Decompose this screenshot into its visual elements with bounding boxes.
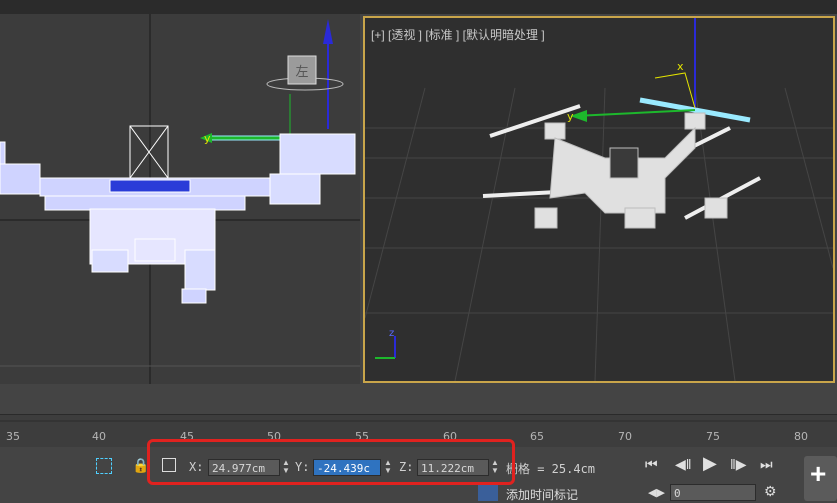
tick-label: 80: [794, 430, 808, 443]
tick-label: 75: [706, 430, 720, 443]
viewport-label-menu[interactable]: [+] [透视 ] [标准 ] [默认明暗处理 ]: [371, 26, 545, 43]
play-icon[interactable]: ▶: [703, 453, 717, 474]
annotation-highlight-box: [147, 439, 515, 485]
top-toolbar-strip: [0, 0, 837, 14]
current-frame-field[interactable]: 0: [670, 484, 756, 501]
previous-frame-icon[interactable]: ◀‖: [675, 456, 692, 473]
corner-z-label: z: [389, 328, 394, 339]
time-config-icon[interactable]: ⚙: [764, 483, 777, 500]
grid-size-text: 栅格 = 25.4cm: [506, 462, 596, 476]
next-frame-icon[interactable]: ‖▶: [730, 456, 747, 473]
selection-icon[interactable]: [96, 458, 112, 474]
left-gizmo-y-label: y: [204, 132, 211, 145]
tick-label: 70: [618, 430, 632, 443]
go-to-end-icon[interactable]: ⏭: [760, 456, 773, 473]
go-to-start-icon[interactable]: ⏮: [645, 456, 658, 473]
viewport-left[interactable]: 左 y: [0, 14, 360, 384]
viewcube-face-label: 左: [295, 65, 308, 80]
plus-icon: +: [810, 458, 827, 489]
tick-label: 35: [6, 430, 20, 443]
persp-gizmo-x-label: x: [677, 60, 684, 73]
perspective-scene: x y z: [365, 18, 833, 381]
time-tag-icon[interactable]: [478, 484, 498, 501]
ruler-ticks: [0, 420, 837, 422]
tick-label: 65: [530, 430, 544, 443]
tick-label: 40: [92, 430, 106, 443]
frame-step-icon[interactable]: ◀▶: [648, 486, 665, 499]
left-viewport-scene: 左 y: [0, 14, 360, 384]
viewport-perspective[interactable]: x y z [+] [透视 ] [标准 ] [默认明暗处理 ]: [363, 16, 835, 383]
add-time-tag-label[interactable]: 添加时间标记: [506, 486, 578, 503]
maxscript-add-button[interactable]: +: [804, 456, 837, 501]
